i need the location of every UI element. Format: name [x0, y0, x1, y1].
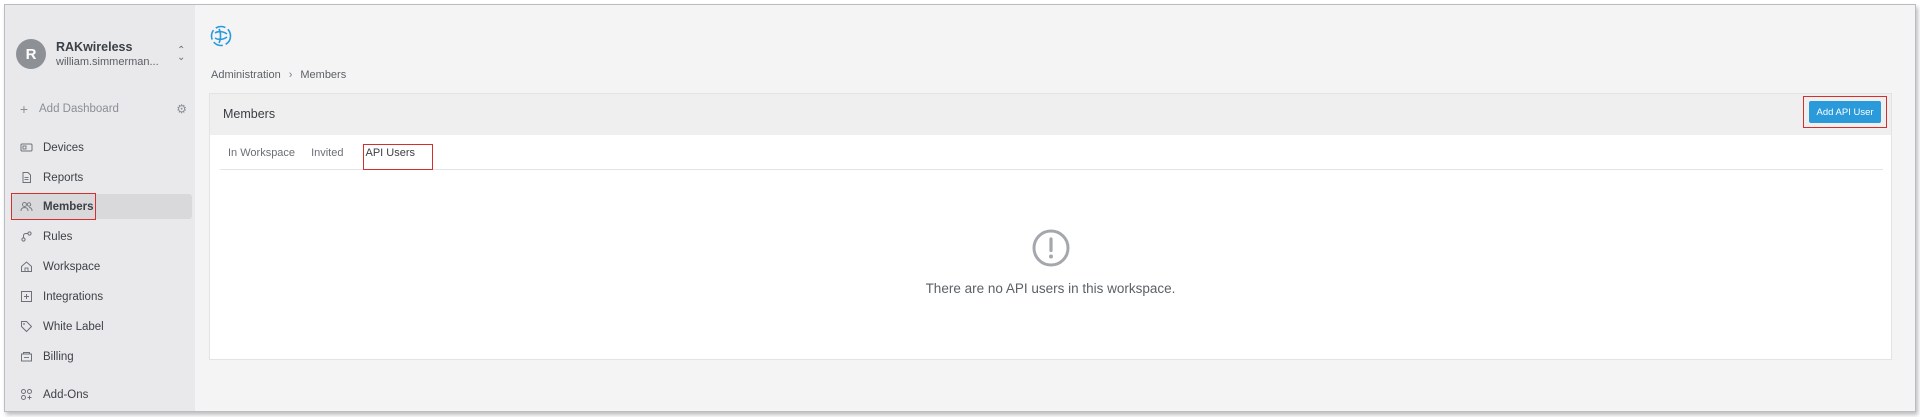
members-card: Members Add API User In Workspace Invite…: [209, 93, 1892, 360]
breadcrumb-current: Members: [300, 69, 347, 81]
plus-icon: +: [19, 101, 29, 117]
tab-bar: In Workspace Invited API Users: [220, 136, 1883, 170]
breadcrumb-parent-link[interactable]: Administration: [211, 69, 281, 81]
billing-icon: [20, 350, 33, 363]
sidebar-item-label: Devices: [43, 141, 84, 154]
empty-state: There are no API users in this workspace…: [210, 229, 1891, 296]
highlight-box: [1803, 96, 1887, 128]
report-icon: [20, 171, 33, 184]
app-window: R RAKwireless william.simmerman... ⌃ ⌄ + …: [4, 4, 1916, 412]
brand-logo-icon[interactable]: [210, 25, 232, 47]
device-icon: [20, 141, 33, 154]
exclamation-circle-icon: [1032, 229, 1070, 267]
sidebar-item-label: Billing: [43, 350, 74, 363]
sidebar-item-rules[interactable]: Rules: [12, 224, 192, 249]
sidebar-item-label: Workspace: [43, 260, 101, 273]
tab-in-workspace[interactable]: In Workspace: [220, 136, 303, 170]
highlight-box: [363, 144, 433, 170]
sidebar-item-label: Integrations: [43, 290, 104, 303]
sidebar-item-add-ons[interactable]: Add-Ons: [12, 382, 192, 407]
sidebar-item-white-label[interactable]: White Label: [12, 314, 192, 339]
addons-icon: [20, 388, 33, 401]
sidebar: R RAKwireless william.simmerman... ⌃ ⌄ + …: [5, 5, 195, 411]
breadcrumb: Administration › Members: [211, 69, 346, 81]
add-dashboard-label: Add Dashboard: [39, 103, 119, 115]
sidebar-item-billing[interactable]: Billing: [12, 344, 192, 369]
account-switcher[interactable]: R RAKwireless william.simmerman... ⌃ ⌄: [16, 35, 186, 73]
sidebar-item-label: Rules: [43, 230, 73, 243]
sidebar-item-integrations[interactable]: Integrations: [12, 284, 192, 309]
sidebar-item-reports[interactable]: Reports: [12, 165, 192, 190]
account-email: william.simmerman...: [56, 56, 159, 68]
tab-invited[interactable]: Invited: [303, 136, 351, 170]
tag-icon: [20, 320, 33, 333]
empty-state-message: There are no API users in this workspace…: [925, 281, 1176, 296]
page-title: Members: [223, 107, 276, 121]
workspace-icon: [20, 260, 33, 273]
avatar: R: [16, 39, 46, 69]
sidebar-item-workspace[interactable]: Workspace: [12, 254, 192, 279]
highlight-box: [11, 193, 96, 220]
account-name: RAKwireless: [56, 40, 133, 54]
add-dashboard-button[interactable]: + Add Dashboard ⚙: [17, 101, 187, 117]
sidebar-item-label: Reports: [43, 171, 84, 184]
chevron-right-icon: ›: [288, 69, 293, 81]
integrations-icon: [20, 290, 33, 303]
card-header: Members Add API User: [210, 94, 1891, 135]
sidebar-item-devices[interactable]: Devices: [12, 135, 192, 160]
chevron-up-down-icon[interactable]: ⌃ ⌄: [177, 46, 185, 63]
rules-icon: [20, 230, 33, 243]
gear-icon[interactable]: ⚙: [176, 102, 187, 116]
sidebar-item-label: Add-Ons: [43, 388, 89, 401]
sidebar-item-label: White Label: [43, 320, 104, 333]
